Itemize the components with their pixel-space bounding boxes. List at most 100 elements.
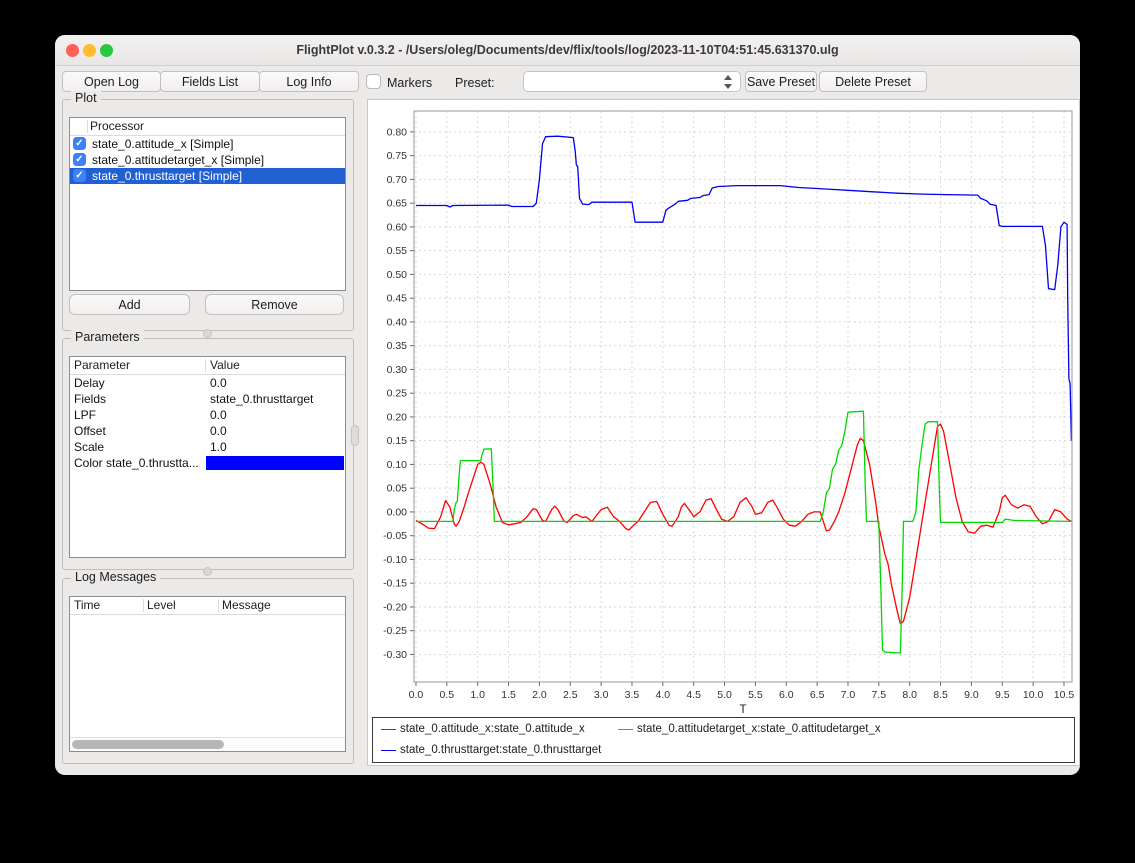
svg-text:0.5: 0.5 [440,689,455,701]
legend-line-icon [381,750,396,751]
processor-item-checkbox[interactable] [73,153,86,166]
preset-combobox[interactable] [523,71,741,92]
markers-label: Markers [387,73,432,94]
svg-text:0.15: 0.15 [387,435,408,447]
processor-item-checkbox[interactable] [73,137,86,150]
color-swatch[interactable] [206,456,344,470]
svg-text:3.5: 3.5 [625,689,640,701]
parameter-row[interactable]: Color state_0.thrustta... [70,455,345,471]
splitter-knob-bottom[interactable] [203,567,212,576]
parameter-value-cell: 0.0 [210,375,344,391]
svg-text:9.0: 9.0 [964,689,979,701]
processor-item-checkbox[interactable] [73,169,86,182]
svg-text:0.0: 0.0 [409,689,424,701]
svg-text:0.75: 0.75 [387,150,408,162]
svg-text:1.5: 1.5 [501,689,516,701]
parameter-name-cell: Delay [74,375,204,391]
open-log-button[interactable]: Open Log [62,71,161,92]
log-messages-table[interactable]: Time Level Message [69,596,346,752]
remove-button[interactable]: Remove [205,294,344,315]
parameters-panel-title: Parameters [71,330,144,344]
svg-text:4.0: 4.0 [656,689,671,701]
svg-text:8.0: 8.0 [902,689,917,701]
processor-item-label: state_0.attitudetarget_x [Simple] [92,152,264,168]
svg-text:2.0: 2.0 [532,689,547,701]
flight-plot-chart[interactable]: -0.30-0.25-0.20-0.15-0.10-0.050.000.050.… [368,100,1079,765]
plot-panel-title: Plot [71,91,101,105]
combobox-stepper-icon[interactable] [723,74,735,90]
svg-text:5.5: 5.5 [748,689,763,701]
svg-text:2.5: 2.5 [563,689,578,701]
message-column-header: Message [222,597,271,614]
preset-label: Preset: [455,73,495,94]
parameter-row[interactable]: LPF 0.0 [70,407,345,423]
processor-column-header: Processor [90,118,144,135]
chart-legend: state_0.attitude_x:state_0.attitude_xsta… [372,717,1075,763]
parameter-name-cell: LPF [74,407,204,423]
parameter-row[interactable]: Scale1.0 [70,439,345,455]
window-title: FlightPlot v.0.3.2 - /Users/oleg/Documen… [55,35,1080,65]
processor-list-item[interactable]: state_0.attitude_x [Simple] [70,136,345,152]
legend-label: state_0.attitude_x:state_0.attitude_x [400,723,585,735]
log-messages-hscrollbar[interactable] [70,737,345,751]
save-preset-button[interactable]: Save Preset [745,71,817,92]
svg-text:-0.20: -0.20 [383,601,407,613]
processor-list-item[interactable]: state_0.thrusttarget [Simple] [70,168,345,184]
parameter-name-cell: Offset [74,423,204,439]
parameter-value-cell: state_0.thrusttarget [210,391,344,407]
value-column-header: Value [210,357,240,374]
svg-text:0.10: 0.10 [387,459,408,471]
svg-text:-0.15: -0.15 [383,578,407,590]
svg-text:0.45: 0.45 [387,293,408,305]
add-button[interactable]: Add [69,294,190,315]
svg-text:-0.05: -0.05 [383,530,407,542]
svg-text:0.50: 0.50 [387,269,408,281]
parameters-table-header: Parameter Value [70,357,345,375]
title-bar: FlightPlot v.0.3.2 - /Users/oleg/Documen… [55,35,1080,66]
app-window: FlightPlot v.0.3.2 - /Users/oleg/Documen… [55,35,1080,775]
parameter-name-cell: Color state_0.thrustta... [74,455,204,471]
svg-text:0.20: 0.20 [387,411,408,423]
fields-list-button[interactable]: Fields List [160,71,260,92]
svg-text:4.5: 4.5 [686,689,701,701]
svg-text:-0.10: -0.10 [383,554,407,566]
svg-text:10.0: 10.0 [1023,689,1044,701]
svg-text:0.40: 0.40 [387,316,408,328]
parameter-row[interactable]: Delay 0.0 [70,375,345,391]
log-messages-hscrollbar-thumb[interactable] [72,740,224,749]
chart-panel[interactable]: -0.30-0.25-0.20-0.15-0.10-0.050.000.050.… [367,99,1080,766]
series-line-0 [416,424,1071,623]
log-messages-table-header: Time Level Message [70,597,345,615]
svg-text:0.55: 0.55 [387,245,408,257]
parameter-value-cell: 0.0 [210,407,344,423]
svg-text:-0.30: -0.30 [383,649,407,661]
legend-label: state_0.thrusttarget:state_0.thrusttarge… [400,744,601,756]
splitter-knob-top[interactable] [203,329,212,338]
parameter-name-cell: Fields [74,391,204,407]
svg-text:0.65: 0.65 [387,198,408,210]
svg-text:0.70: 0.70 [387,174,408,186]
svg-text:10.5: 10.5 [1054,689,1075,701]
parameter-row[interactable]: Fields state_0.thrusttarget [70,391,345,407]
delete-preset-button[interactable]: Delete Preset [819,71,927,92]
x-axis-label: T [739,704,746,716]
legend-line-icon [618,729,633,730]
parameters-table[interactable]: Parameter Value Delay 0.0 Fields state_0.th… [69,356,346,558]
svg-text:3.0: 3.0 [594,689,609,701]
splitpane-grip[interactable] [351,425,359,446]
svg-text:6.0: 6.0 [779,689,794,701]
screenshot-root: { "window": { "title": "FlightPlot v.0.3… [0,0,1135,863]
processor-list-item[interactable]: state_0.attitudetarget_x [Simple] [70,152,345,168]
processor-list[interactable]: Processor state_0.attitude_x [Simple]sta… [69,117,346,291]
parameter-row[interactable]: Offset0.0 [70,423,345,439]
series-line-1 [416,411,1071,653]
svg-text:0.30: 0.30 [387,364,408,376]
svg-text:5.0: 5.0 [717,689,732,701]
parameter-column-header: Parameter [74,357,130,374]
parameter-value-cell: 1.0 [210,439,344,455]
processor-list-header: Processor [70,118,345,136]
svg-text:7.0: 7.0 [841,689,856,701]
log-info-button[interactable]: Log Info [259,71,359,92]
svg-text:1.0: 1.0 [470,689,485,701]
markers-checkbox[interactable] [366,74,381,89]
